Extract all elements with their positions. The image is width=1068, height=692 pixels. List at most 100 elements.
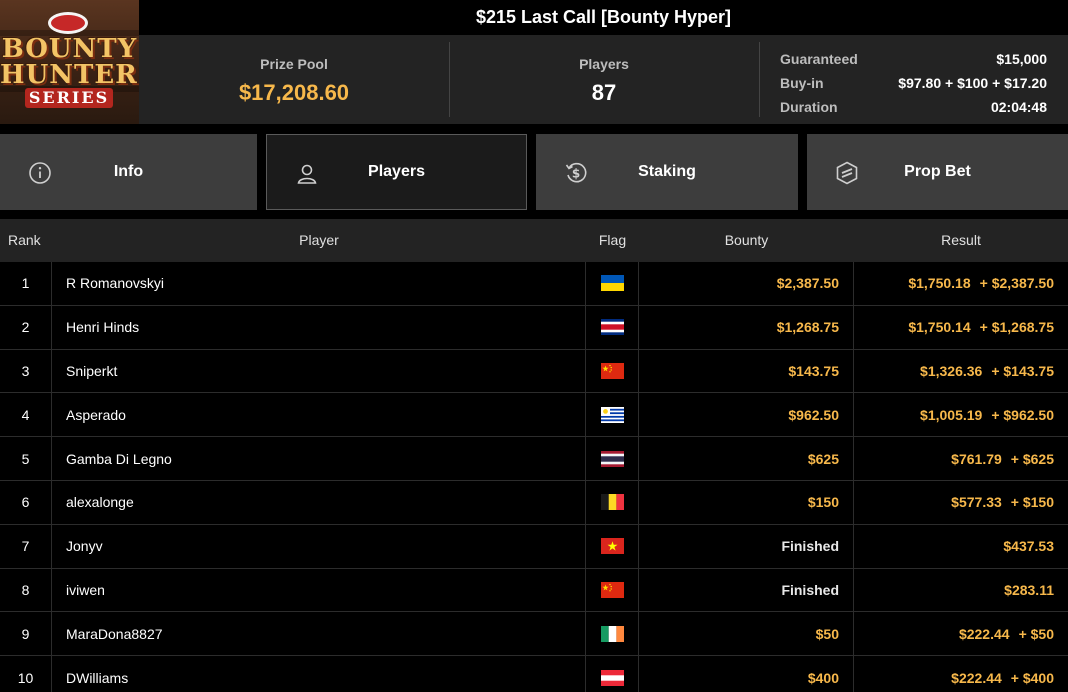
- table-row[interactable]: 2 Henri Hinds $1,268.75 $1,750.14 + $1,268.7…: [0, 305, 1068, 350]
- table-row[interactable]: 1R Romanovskyi $2,387.50 $1,750.18 + $2,387…: [0, 262, 1068, 306]
- table-row[interactable]: 9 MaraDona8827 $50 $222.44 + $50: [0, 612, 1068, 657]
- result-prize: $577.33: [951, 494, 1002, 511]
- player-name[interactable]: iviwen: [52, 568, 586, 612]
- result-prize: $437.53: [1003, 538, 1054, 555]
- bounty-cell: $143.75: [639, 349, 854, 393]
- flag-austria-icon: [600, 669, 624, 686]
- result-prize: $761.79: [951, 450, 1002, 467]
- rank-cell: 4: [0, 393, 52, 437]
- bounty-cell: Finished: [639, 524, 854, 568]
- player-name[interactable]: Sniperkt: [52, 349, 586, 393]
- result-bounty-bonus: + $962.50: [991, 406, 1054, 423]
- rank-cell: 9: [0, 612, 52, 656]
- flag-uruguay-icon: [600, 406, 624, 423]
- result-prize: $1,750.18: [908, 275, 971, 292]
- player-name[interactable]: Henri Hinds: [52, 305, 586, 349]
- tournament-stats-bar: Prize Pool $17,208.60 Players 87 Guarant…: [139, 35, 1068, 124]
- logo-line-2: HUNTERS: [0, 60, 139, 90]
- rank-cell: 5: [0, 437, 52, 480]
- rank-cell: 3: [0, 349, 52, 393]
- result-cell: $283.11: [854, 569, 1068, 612]
- players-value: 87: [591, 80, 617, 105]
- result-prize: $222.44: [951, 669, 1002, 686]
- bounty-cell: $1,268.75: [639, 305, 854, 349]
- buyin-label: Buy-in: [780, 75, 824, 91]
- bounty-cell: Finished: [639, 568, 854, 612]
- stats-divider: [759, 42, 760, 117]
- result-prize: $1,750.14: [908, 319, 971, 336]
- bounty-cell: $150: [639, 480, 854, 524]
- flag-vietnam-icon: [600, 538, 624, 555]
- table-row[interactable]: 4 Asperado $962.50 $1,005.19 + $962.50: [0, 393, 1068, 438]
- result-cell: $1,326.36 + $143.75: [854, 350, 1068, 393]
- bounty-cell: $625: [639, 437, 854, 480]
- flag-cell: [586, 480, 639, 524]
- buyin-value: $97.80 + $100 + $17.20: [898, 75, 1047, 91]
- prize-pool-stat: Prize Pool $17,208.60: [139, 35, 449, 124]
- flag-cell: [586, 393, 639, 437]
- flag-cell: [586, 262, 639, 305]
- tab-staking[interactable]: $ Staking: [536, 134, 798, 210]
- header-result: Result: [941, 232, 981, 248]
- result-cell: $222.44 + $400: [854, 656, 1068, 692]
- player-name[interactable]: MaraDona8827: [52, 612, 586, 656]
- tab-staking-label: Staking: [638, 163, 696, 180]
- flag-cell: [586, 524, 639, 568]
- result-prize: $283.11: [1004, 581, 1054, 598]
- guaranteed-row: Guaranteed $15,000: [780, 47, 1047, 71]
- result-cell: $761.79 + $625: [854, 437, 1068, 480]
- flag-cell: [586, 612, 639, 656]
- tab-info[interactable]: Info: [0, 134, 257, 210]
- player-name[interactable]: Gamba Di Legno: [52, 437, 586, 480]
- header-player: Player: [299, 232, 339, 248]
- guaranteed-value: $15,000: [996, 51, 1047, 67]
- table-row[interactable]: 8 iviwen Finished $283.11: [0, 568, 1068, 613]
- bounty-cell: $2,387.50: [639, 262, 854, 305]
- tournament-details: Guaranteed $15,000 Buy-in $97.80 + $100 …: [780, 47, 1047, 119]
- result-cell: $1,750.18 + $2,387.50: [854, 262, 1068, 305]
- result-bounty-bonus: + $150: [1010, 494, 1054, 511]
- buyin-row: Buy-in $97.80 + $100 + $17.20: [780, 71, 1047, 95]
- table-row[interactable]: 7 Jonyv Finished $437.53: [0, 524, 1068, 569]
- player-name[interactable]: DWilliams: [52, 656, 586, 692]
- flag-belgium-icon: [600, 494, 624, 511]
- flag-cell: [586, 305, 639, 349]
- result-bounty-bonus: + $400: [1010, 669, 1054, 686]
- tab-info-label: Info: [113, 163, 144, 180]
- tab-prop-bet[interactable]: Prop Bet: [807, 134, 1068, 210]
- result-cell: $437.53: [854, 525, 1068, 568]
- result-cell: $1,005.19 + $962.50: [854, 393, 1068, 436]
- flag-china-icon: [600, 362, 624, 379]
- tab-players[interactable]: Players: [266, 134, 527, 210]
- flag-cell: [586, 568, 639, 612]
- header-rank: Rank: [8, 232, 41, 248]
- tournament-title: $215 Last Call [Bounty Hyper]: [139, 0, 1068, 35]
- guaranteed-label: Guaranteed: [780, 51, 858, 67]
- flag-ireland-icon: [600, 625, 624, 642]
- player-name[interactable]: alexalonge: [52, 480, 586, 524]
- table-row[interactable]: 6 alexalonge $150 $577.33 + $150: [0, 480, 1068, 525]
- result-bounty-bonus: + $50: [1018, 625, 1054, 642]
- poker-chip-icon: [48, 12, 88, 34]
- player-name[interactable]: Jonyv: [52, 524, 586, 568]
- result-bounty-bonus: + $625: [1010, 450, 1054, 467]
- table-row[interactable]: 3 Sniperkt $143.75 $1,326.36 + $143.75: [0, 349, 1068, 394]
- flag-china-icon: [600, 581, 624, 598]
- rank-cell: 6: [0, 480, 52, 524]
- result-bounty-bonus: + $2,387.50: [979, 275, 1054, 292]
- table-row[interactable]: 5 Gamba Di Legno $625 $761.79 + $625: [0, 437, 1068, 481]
- result-prize: $1,005.19: [920, 406, 983, 423]
- result-bounty-bonus: + $1,268.75: [979, 319, 1054, 336]
- rank-cell: 7: [0, 524, 52, 568]
- duration-row: Duration 02:04:48: [780, 95, 1047, 119]
- rank-cell: 2: [0, 305, 52, 349]
- table-row[interactable]: 10 DWilliams $400 $222.44 + $400: [0, 656, 1068, 692]
- player-name[interactable]: Asperado: [52, 393, 586, 437]
- flag-cell: [586, 437, 639, 480]
- header-flag: Flag: [598, 232, 627, 248]
- player-name[interactable]: R Romanovskyi: [52, 262, 586, 305]
- flag-cell: [586, 656, 639, 692]
- logo-line-3: SERIES: [25, 88, 113, 108]
- duration-label: Duration: [780, 99, 838, 115]
- prize-pool-value: $17,208.60: [238, 80, 350, 105]
